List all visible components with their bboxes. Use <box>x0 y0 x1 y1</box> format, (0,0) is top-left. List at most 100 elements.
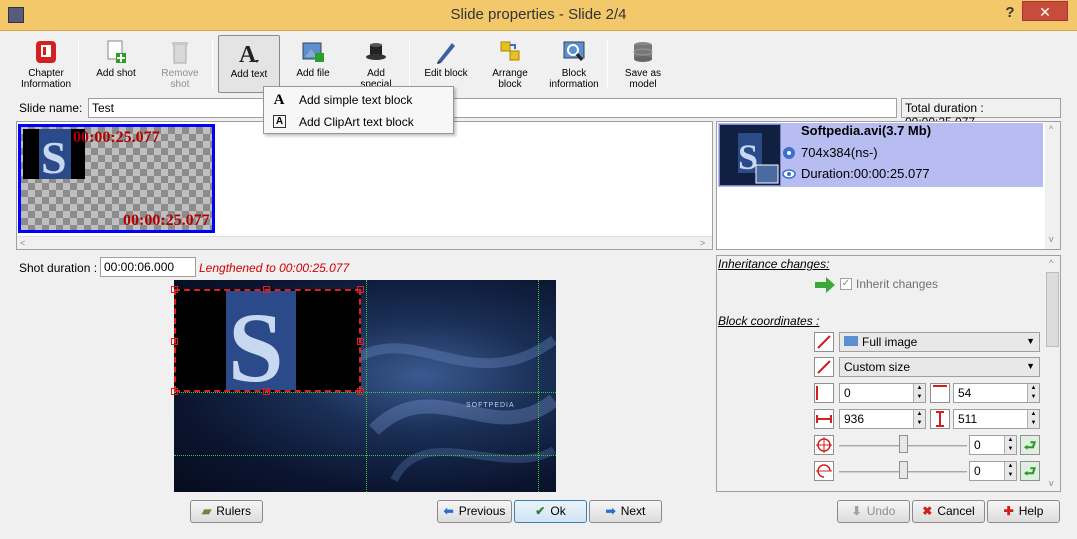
resize-handle[interactable] <box>357 338 364 345</box>
x-value: 0 <box>844 386 851 400</box>
add-text-menu: A Add simple text block A Add ClipArt te… <box>263 86 454 134</box>
previous-button[interactable]: ⬅ Previous <box>437 500 512 523</box>
spinner-arrows-icon[interactable]: ▲ ▼ <box>1004 462 1016 480</box>
chapter-icon <box>34 39 58 65</box>
media-filename: Softpedia.avi(3.7 Mb) <box>801 123 932 138</box>
remove-shot-button[interactable]: Remove shot <box>156 35 204 93</box>
resize-handle[interactable] <box>263 388 270 395</box>
scroll-right-icon[interactable]: > <box>700 238 705 248</box>
scroll-down-icon[interactable]: v <box>1049 234 1054 244</box>
resize-handle[interactable] <box>357 388 364 395</box>
spinner-arrows-icon[interactable]: ▲ ▼ <box>913 410 925 428</box>
guide-line <box>538 280 539 492</box>
image-mode-select[interactable]: Full image ▼ <box>839 332 1040 352</box>
film-icon <box>782 146 796 160</box>
block-information-button[interactable]: Block information <box>546 35 602 93</box>
rotate-x-slider-thumb[interactable] <box>899 435 908 453</box>
spinner-arrows-icon[interactable]: ▲ ▼ <box>1004 436 1016 454</box>
resize-handle[interactable] <box>357 286 364 293</box>
inheritance-title: Inheritance changes: <box>718 257 830 271</box>
menu-item-add-simple-text[interactable]: A Add simple text block <box>265 89 452 111</box>
add-shot-button[interactable]: Add shot <box>92 35 140 93</box>
green-arrow-icon <box>814 276 836 294</box>
menu-item-label: Add simple text block <box>299 93 413 107</box>
properties-panel: Inheritance changes: ✓ Inherit changes B… <box>716 255 1061 492</box>
window-title: Slide properties - Slide 2/4 <box>450 6 627 23</box>
shot-duration-input[interactable]: 00:00:06.000 <box>100 257 196 277</box>
chapter-information-label: Chapter Information <box>20 68 72 90</box>
add-image-icon <box>301 39 325 65</box>
media-list-scrollbar[interactable]: ^ v <box>1045 122 1060 249</box>
add-special-button[interactable]: Add special <box>352 35 400 93</box>
spinner-arrows-icon[interactable]: ▲ ▼ <box>1027 384 1039 402</box>
svg-text:S: S <box>41 132 67 179</box>
resize-handle[interactable] <box>171 388 178 395</box>
resize-handle[interactable] <box>263 286 270 293</box>
arrow-left-icon: ⬅ <box>443 504 454 518</box>
cancel-label: Cancel <box>937 504 975 518</box>
save-as-model-button[interactable]: Save as model <box>618 35 668 93</box>
chevron-down-icon: ▼ <box>1026 336 1035 346</box>
guide-line <box>366 280 367 492</box>
y-input[interactable]: 54 ▲ ▼ <box>953 383 1040 403</box>
inherit-changes-checkbox[interactable]: ✓ <box>840 278 852 290</box>
spinner-arrows-icon[interactable]: ▲ ▼ <box>1027 410 1039 428</box>
size-mode-value: Custom size <box>844 360 911 374</box>
eye-icon <box>782 167 796 181</box>
previous-label: Previous <box>458 504 506 518</box>
scroll-up-icon[interactable]: ^ <box>1049 124 1053 134</box>
checkmark-icon: ✔ <box>535 504 546 518</box>
arrange-block-button[interactable]: Arrange block <box>486 35 534 93</box>
help-title-button[interactable]: ? <box>1000 4 1020 24</box>
add-file-label: Add file <box>296 68 330 79</box>
thumbnail-time-top: 00:00:25.077 <box>73 129 160 146</box>
reset-arrow-icon[interactable]: ⮐ <box>1020 461 1040 481</box>
undo-button[interactable]: ⬇ Undo <box>837 500 910 523</box>
scroll-up-icon[interactable]: ^ <box>1049 258 1053 268</box>
selected-block[interactable]: S <box>174 289 361 392</box>
add-shot-icon <box>104 39 128 65</box>
next-button[interactable]: ➡ Next <box>589 500 662 523</box>
inherit-changes-label: Inherit changes <box>856 277 939 291</box>
rulers-button[interactable]: ▰ Rulers <box>190 500 263 523</box>
chapter-information-button[interactable]: Chapter Information <box>20 35 72 93</box>
chevron-down-icon: ▼ <box>1026 361 1035 371</box>
rotate-y-slider-thumb[interactable] <box>899 461 908 479</box>
width-input[interactable]: 936 ▲ ▼ <box>839 409 926 429</box>
height-input[interactable]: 511 ▲ ▼ <box>953 409 1040 429</box>
help-label: Help <box>1018 504 1044 518</box>
text-a-icon: A <box>237 40 261 68</box>
add-text-button[interactable]: A Add text <box>218 35 280 93</box>
scroll-down-icon[interactable]: v <box>1049 478 1054 488</box>
shot-strip-scrollbar[interactable]: < > <box>17 236 712 249</box>
magnifier-icon <box>562 39 586 65</box>
resize-handle[interactable] <box>171 286 178 293</box>
reset-arrow-icon[interactable]: ⮐ <box>1020 435 1040 455</box>
toolbar: Chapter Information Add shot Remove shot… <box>0 31 1077 95</box>
database-icon <box>631 39 655 65</box>
size-mode-select[interactable]: Custom size ▼ <box>839 357 1040 377</box>
scroll-left-icon[interactable]: < <box>20 238 25 248</box>
ok-button[interactable]: ✔ Ok <box>514 500 587 523</box>
guide-line <box>174 455 556 456</box>
spinner-arrows-icon[interactable]: ▲ ▼ <box>913 384 925 402</box>
slide-name-input[interactable]: Test <box>88 98 897 118</box>
x-position-icon <box>814 383 834 403</box>
shot-thumbnail[interactable]: S 00:00:25.077 00:00:25.077 <box>18 124 215 233</box>
rotate-x-icon <box>814 435 834 455</box>
close-button[interactable]: ✕ <box>1022 1 1068 21</box>
edit-block-button[interactable]: Edit block <box>422 35 470 93</box>
rotate-x-input[interactable]: 0 ▲ ▼ <box>969 435 1017 455</box>
properties-scrollbar-thumb[interactable] <box>1046 272 1059 347</box>
resize-handle[interactable] <box>171 338 178 345</box>
menu-item-add-clipart-text[interactable]: A Add ClipArt text block <box>265 111 452 133</box>
rotate-y-input[interactable]: 0 ▲ ▼ <box>969 461 1017 481</box>
height-icon <box>930 409 950 429</box>
help-button[interactable]: ✚ Help <box>987 500 1060 523</box>
thumbnail-time-bottom: 00:00:25.077 <box>123 212 210 229</box>
ok-label: Ok <box>550 504 566 518</box>
x-input[interactable]: 0 ▲ ▼ <box>839 383 926 403</box>
trash-icon <box>168 39 192 65</box>
cancel-button[interactable]: ✖ Cancel <box>912 500 985 523</box>
add-file-button[interactable]: Add file <box>290 35 336 93</box>
